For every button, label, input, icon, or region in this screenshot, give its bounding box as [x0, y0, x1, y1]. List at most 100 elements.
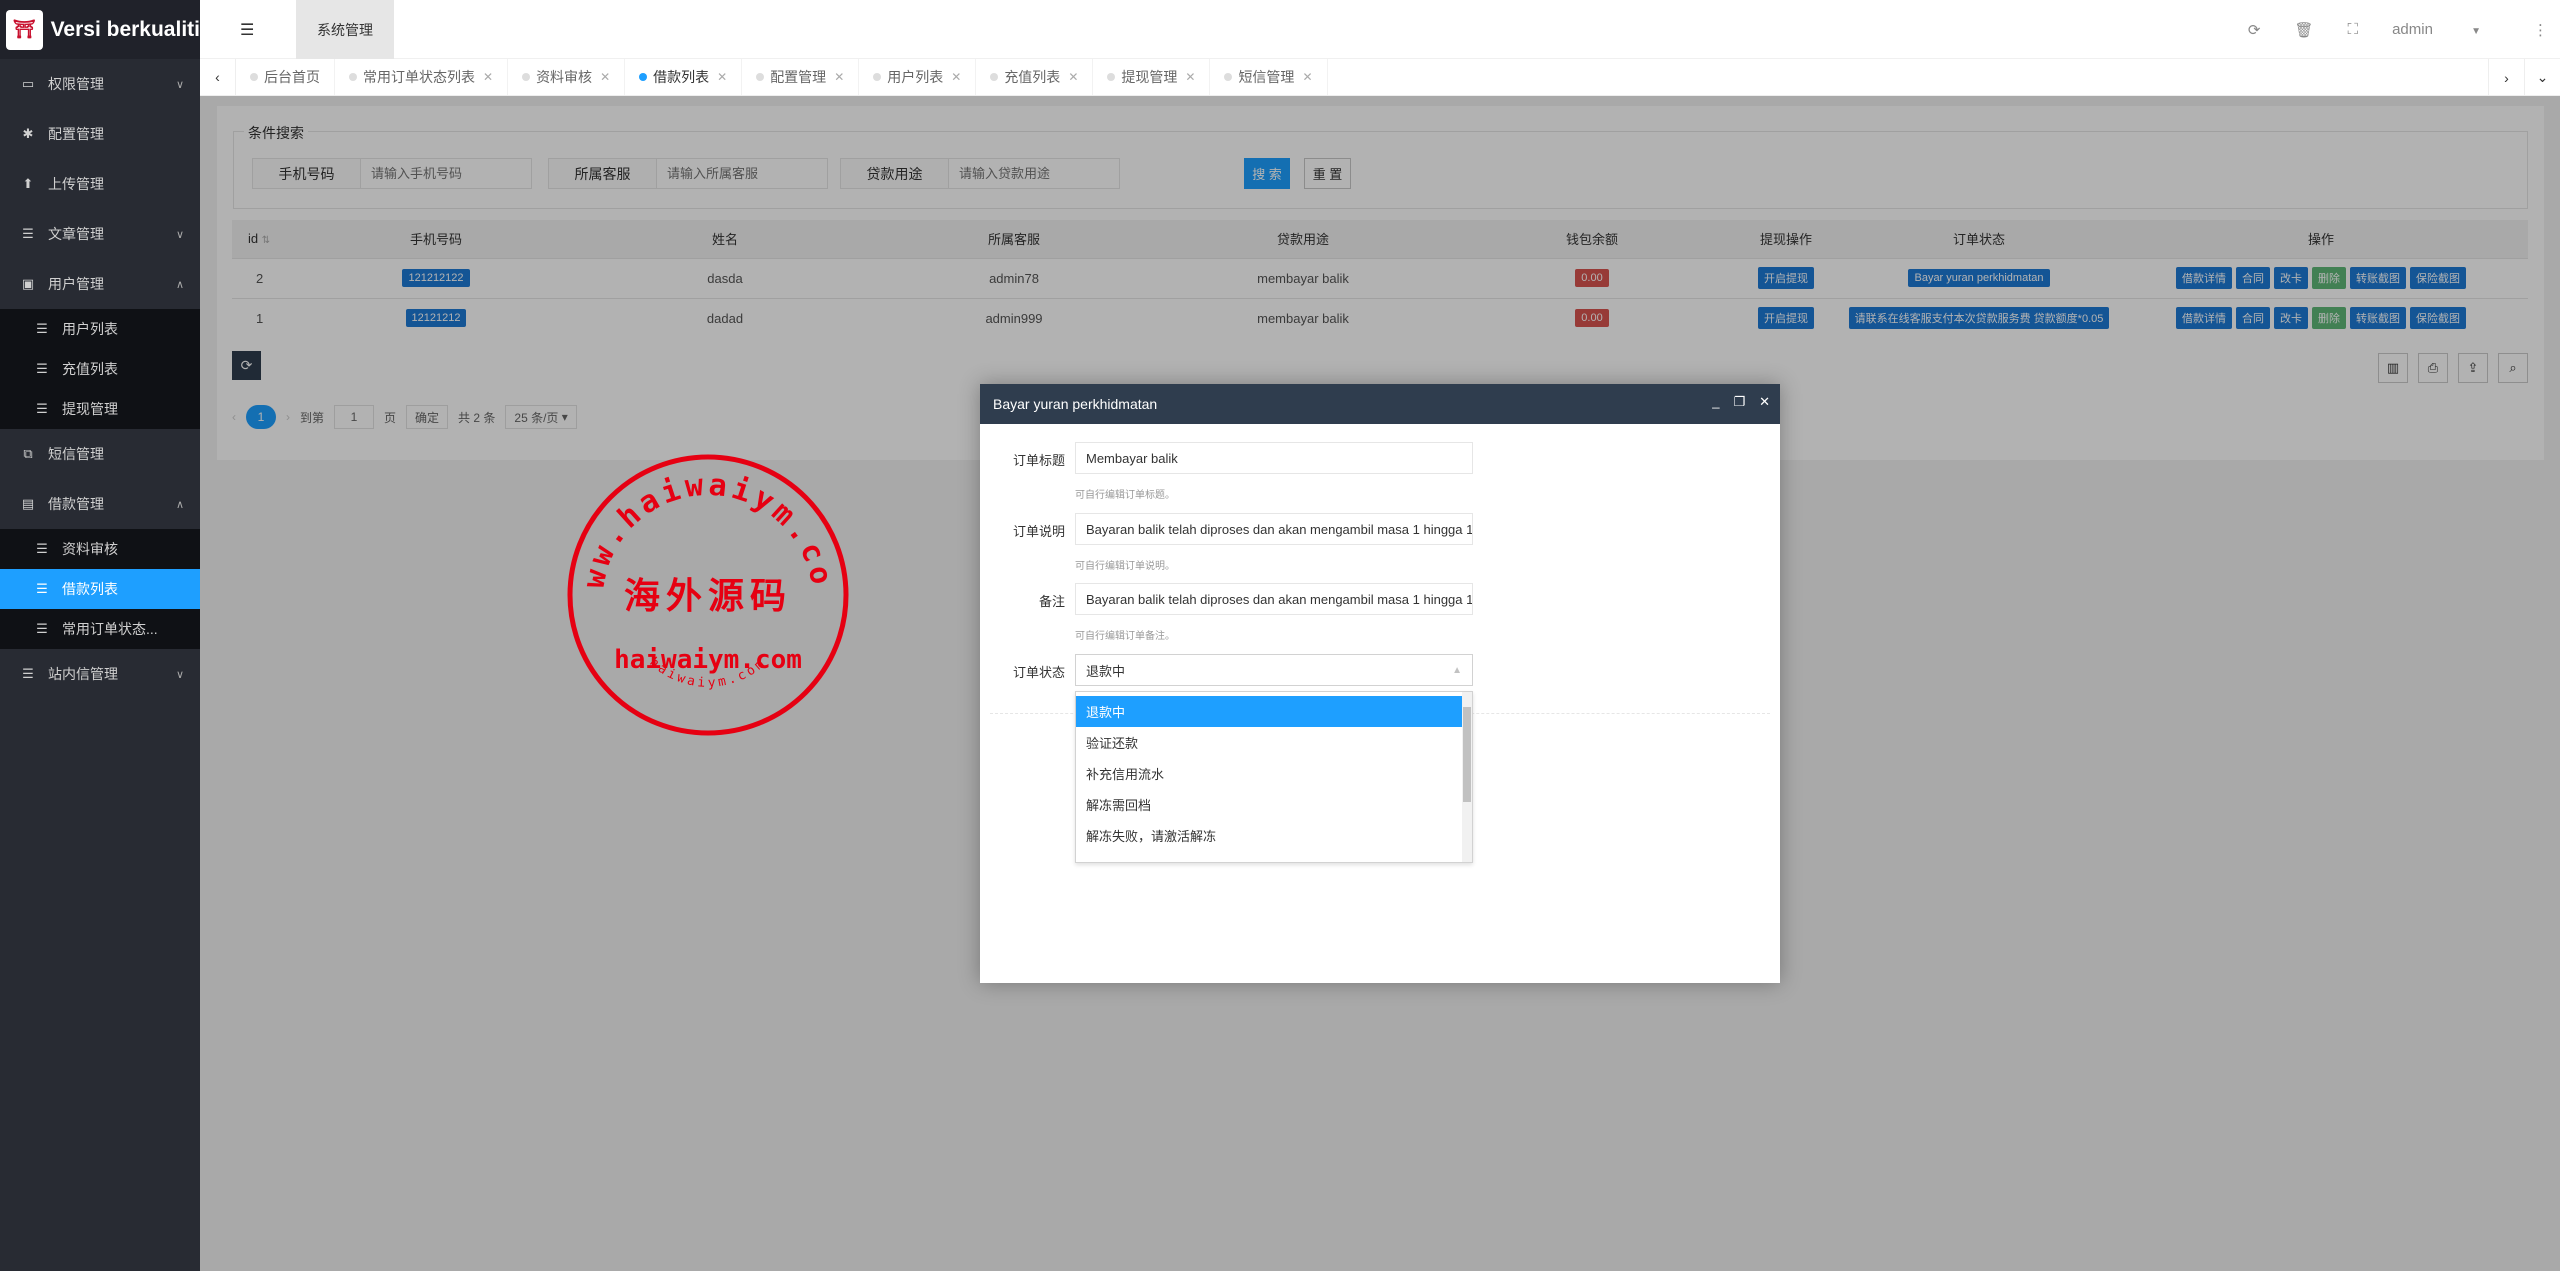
trash-icon[interactable]: 🗑 — [2295, 21, 2314, 39]
contact-card-icon: ▣ — [21, 276, 35, 291]
sidebar-item-upload[interactable]: ⬆ 上传管理 — [0, 159, 200, 209]
label: 用户管理 — [48, 276, 104, 292]
system-tab[interactable]: 系统管理 — [296, 0, 394, 59]
tab-loan-list[interactable]: 借款列表 ✕ — [625, 59, 743, 95]
sidebar-item-articles[interactable]: ☰ 文章管理 ∨ — [0, 209, 200, 259]
caret-down-icon: ▼ — [2471, 26, 2481, 37]
app-title: Versi berkualiti — [50, 17, 200, 41]
chevron-down-icon: ∨ — [175, 78, 184, 91]
stamp-top-text: www.haiwaiym.com — [563, 450, 840, 591]
close-icon[interactable]: ✕ — [951, 70, 961, 84]
sidebar-item-permissions[interactable]: ▭ 权限管理 ∨ — [0, 59, 200, 109]
tab-scroll-right-icon[interactable]: › — [2488, 59, 2524, 96]
fullscreen-icon[interactable]: ⛶ — [2348, 21, 2359, 38]
label: 用户列表 — [62, 321, 118, 337]
tab-label: 充值列表 — [1004, 69, 1061, 85]
list-icon: ☰ — [36, 581, 48, 596]
close-icon[interactable]: ✕ — [1185, 70, 1195, 84]
close-icon[interactable]: ✕ — [600, 70, 610, 84]
tab-home[interactable]: 后台首页 — [236, 59, 335, 95]
status-option[interactable]: 解冻需回档 — [1076, 789, 1462, 820]
remark-input[interactable]: Bayaran balik telah diproses dan akan me… — [1075, 583, 1473, 615]
sidebar-item-sms[interactable]: ⧉ 短信管理 — [0, 429, 200, 479]
sidebar-item-recharge-list[interactable]: ☰ 充值列表 — [0, 349, 200, 389]
refresh-icon[interactable]: ⟳ — [2248, 21, 2261, 39]
sidebar-item-order-status[interactable]: ☰ 常用订单状态... — [0, 609, 200, 649]
arrow-up-icon: ⬆ — [22, 176, 34, 191]
dot-icon — [639, 73, 648, 81]
maximize-icon[interactable]: ❐ — [1733, 394, 1745, 410]
logo[interactable]: ⛩ Versi berkualiti — [0, 0, 200, 59]
submenu-loans: ☰ 资料审核 ☰ 借款列表 ☰ 常用订单状态... — [0, 529, 200, 649]
tab-scroll-left-icon[interactable]: ‹ — [200, 59, 236, 95]
chevron-down-icon: ∨ — [175, 668, 184, 681]
sidebar-item-config[interactable]: ✱ 配置管理 — [0, 109, 200, 159]
status-option[interactable]: 解冻失败，请激活解冻 — [1076, 820, 1462, 851]
minimize-icon[interactable]: _ — [1712, 394, 1719, 410]
dropdown-scrollbar[interactable] — [1462, 692, 1472, 862]
dot-icon — [756, 73, 765, 81]
stamp-center-text: 海外源码 — [624, 575, 792, 616]
list-icon: ☰ — [36, 401, 48, 416]
submenu-users: ☰ 用户列表 ☰ 充值列表 ☰ 提现管理 — [0, 309, 200, 429]
sidebar-item-messages[interactable]: ☰ 站内信管理 ∨ — [0, 649, 200, 699]
more-icon[interactable]: ⋮ — [2533, 21, 2548, 39]
tab-label: 提现管理 — [1121, 69, 1178, 85]
menu-toggle-icon[interactable]: ☰ — [240, 20, 254, 40]
order-desc-label: 订单说明 — [1012, 524, 1065, 539]
dialog-title: Bayar yuran perkhidmatan — [993, 396, 1158, 412]
label: 配置管理 — [48, 126, 104, 142]
tab-withdraw[interactable]: 提现管理 ✕ — [1093, 59, 1211, 95]
tab-order-status[interactable]: 常用订单状态列表 ✕ — [335, 59, 509, 95]
sidebar-item-loans[interactable]: ▤ 借款管理 ∧ — [0, 479, 200, 529]
list-icon: ☰ — [22, 666, 34, 681]
order-desc-hint: 可自行编辑订单说明。 — [1075, 561, 1175, 572]
dot-icon — [1107, 73, 1116, 81]
chevron-down-icon: ∨ — [175, 228, 184, 241]
order-status-dropdown: 退款中 验证还款 补充信用流水 解冻需回档 解冻失败，请激活解冻 — [1075, 691, 1473, 863]
order-title-input[interactable]: Membayar balik — [1075, 442, 1473, 474]
remark-hint: 可自行编辑订单备注。 — [1075, 631, 1175, 642]
order-status-select[interactable]: 退款中 ▲ — [1075, 654, 1473, 686]
close-icon[interactable]: ✕ — [834, 70, 844, 84]
sidebar-item-review[interactable]: ☰ 资料审核 — [0, 529, 200, 569]
order-status-label: 订单状态 — [1012, 665, 1065, 680]
user-menu[interactable]: admin ▼ — [2392, 21, 2515, 38]
close-icon[interactable]: ✕ — [1302, 70, 1312, 84]
order-status-dialog: Bayar yuran perkhidmatan _ ❐ ✕ 订单标题 Membay… — [980, 384, 1780, 983]
label: 提现管理 — [62, 401, 118, 417]
tab-user-list[interactable]: 用户列表 ✕ — [859, 59, 977, 95]
tab-config[interactable]: 配置管理 ✕ — [742, 59, 860, 95]
sidebar-item-withdraw[interactable]: ☰ 提现管理 — [0, 389, 200, 429]
dot-icon — [349, 73, 357, 81]
sidebar-item-loan-list[interactable]: ☰ 借款列表 — [0, 569, 200, 609]
money-icon: ▤ — [21, 496, 35, 511]
status-option[interactable]: 验证还款 — [1076, 727, 1462, 758]
sidebar-item-user-list[interactable]: ☰ 用户列表 — [0, 309, 200, 349]
order-title-label: 订单标题 — [1012, 453, 1065, 468]
label: 借款列表 — [62, 581, 118, 597]
username: admin — [2392, 21, 2433, 38]
tab-sms[interactable]: 短信管理 ✕ — [1210, 59, 1328, 95]
tab-review[interactable]: 资料审核 ✕ — [508, 59, 626, 95]
close-icon[interactable]: ✕ — [717, 70, 727, 84]
label: 文章管理 — [48, 226, 104, 242]
label: 权限管理 — [48, 76, 104, 92]
watermark-stamp: www.haiwaiym.com 海外源码 haiwaiym.com haiwa… — [563, 450, 849, 736]
close-icon[interactable]: ✕ — [483, 70, 493, 84]
tab-label: 短信管理 — [1238, 69, 1295, 85]
sidebar-item-users[interactable]: ▣ 用户管理 ∧ — [0, 259, 200, 309]
label: 充值列表 — [62, 361, 118, 377]
close-icon[interactable]: ✕ — [1068, 70, 1078, 84]
tab-recharge[interactable]: 充值列表 ✕ — [976, 59, 1094, 95]
list-icon: ☰ — [36, 621, 48, 636]
label: 上传管理 — [48, 176, 104, 192]
scrollbar-thumb[interactable] — [1463, 707, 1471, 802]
tab-menu-chevron-icon[interactable]: ⌄ — [2524, 59, 2560, 96]
bank-logo-icon: ⛩ — [6, 9, 43, 50]
close-icon[interactable]: ✕ — [1759, 394, 1770, 410]
status-option[interactable]: 补充信用流水 — [1076, 758, 1462, 789]
order-desc-input[interactable]: Bayaran balik telah diproses dan akan me… — [1075, 513, 1473, 545]
copy-icon: ⧉ — [23, 446, 33, 461]
status-option[interactable]: 退款中 — [1076, 696, 1462, 727]
